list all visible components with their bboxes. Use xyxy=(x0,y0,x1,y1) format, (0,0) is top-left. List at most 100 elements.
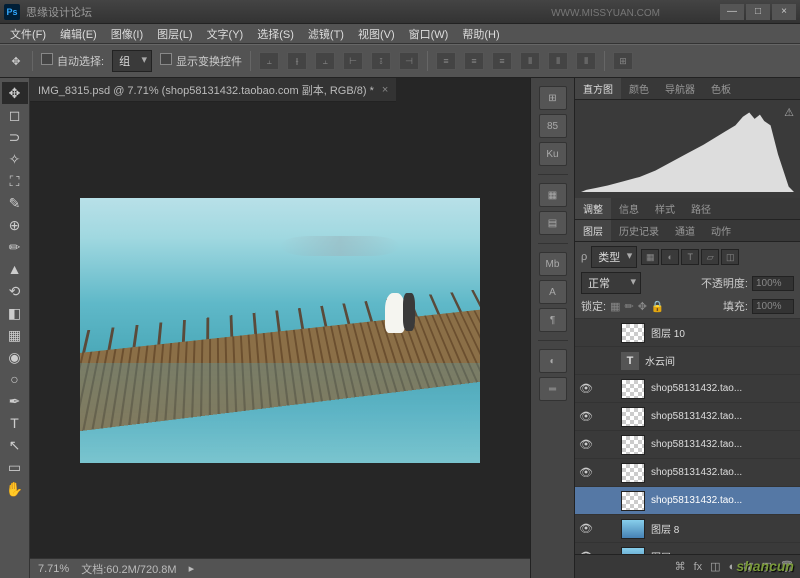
lock-all-icon[interactable]: 🔒 xyxy=(651,300,665,313)
dist-bottom-icon[interactable]: ≡ xyxy=(492,52,512,70)
menu-选择[interactable]: 选择(S) xyxy=(251,24,300,44)
gradient-tool[interactable]: ▦ xyxy=(2,324,28,346)
menu-视图[interactable]: 视图(V) xyxy=(352,24,401,44)
menu-编辑[interactable]: 编辑(E) xyxy=(54,24,103,44)
menu-文字[interactable]: 文字(Y) xyxy=(201,24,250,44)
tab-信息[interactable]: 信息 xyxy=(611,198,647,219)
visibility-icon[interactable] xyxy=(579,326,593,340)
filter-smart-icon[interactable]: ◫ xyxy=(721,249,739,265)
layer-row[interactable]: 👁shop58131432.tao... xyxy=(575,403,800,431)
dist-vcenter-icon[interactable]: ≡ xyxy=(464,52,484,70)
lock-trans-icon[interactable]: ▦ xyxy=(610,300,620,313)
blur-tool[interactable]: ◉ xyxy=(2,346,28,368)
filter-adjust-icon[interactable]: ◐ xyxy=(661,249,679,265)
tab-调整[interactable]: 调整 xyxy=(575,198,611,219)
move-tool[interactable]: ✥ xyxy=(2,82,28,104)
wand-tool[interactable]: ✧ xyxy=(2,148,28,170)
dock-icon-1[interactable]: 85 xyxy=(539,114,567,138)
hand-tool[interactable]: ✋ xyxy=(2,478,28,500)
dock-icon-8[interactable]: ◐ xyxy=(539,349,567,373)
canvas-viewport[interactable] xyxy=(30,102,530,558)
minimize-button[interactable]: — xyxy=(720,4,744,20)
dock-icon-0[interactable]: ⊞ xyxy=(539,86,567,110)
visibility-icon[interactable]: 👁 xyxy=(579,522,593,536)
link-layers-icon[interactable]: ⌘ xyxy=(675,560,686,573)
opacity-input[interactable] xyxy=(752,276,794,291)
menu-图层[interactable]: 图层(L) xyxy=(151,24,198,44)
adjustment-layer-icon[interactable]: ◐ xyxy=(729,561,736,573)
shape-tool[interactable]: ▭ xyxy=(2,456,28,478)
auto-select-checkbox[interactable]: 自动选择: xyxy=(41,53,104,69)
tab-历史记录[interactable]: 历史记录 xyxy=(611,220,667,241)
path-tool[interactable]: ↖ xyxy=(2,434,28,456)
blend-mode-select[interactable]: 正常 xyxy=(581,272,641,294)
tab-导航器[interactable]: 导航器 xyxy=(657,78,703,99)
dock-icon-7[interactable]: ¶ xyxy=(539,308,567,332)
layer-row[interactable]: 👁shop58131432.tao... xyxy=(575,459,800,487)
dock-icon-4[interactable]: ▤ xyxy=(539,211,567,235)
menu-滤镜[interactable]: 滤镜(T) xyxy=(302,24,350,44)
align-vcenter-icon[interactable]: ⫲ xyxy=(287,52,307,70)
crop-tool[interactable]: ⛶ xyxy=(2,170,28,192)
visibility-icon[interactable]: 👁 xyxy=(579,382,593,396)
tab-颜色[interactable]: 颜色 xyxy=(621,78,657,99)
lock-pos-icon[interactable]: ✥ xyxy=(638,300,647,313)
auto-select-dropdown[interactable]: 组 xyxy=(112,50,152,72)
lasso-tool[interactable]: ⊃ xyxy=(2,126,28,148)
dock-icon-2[interactable]: Ku xyxy=(539,142,567,166)
stamp-tool[interactable]: ▲ xyxy=(2,258,28,280)
layer-row[interactable]: shop58131432.tao... xyxy=(575,487,800,515)
show-transform-checkbox[interactable]: 显示变换控件 xyxy=(160,53,242,69)
visibility-icon[interactable]: 👁 xyxy=(579,410,593,424)
layer-row[interactable]: T水云间 xyxy=(575,347,800,375)
layer-fx-icon[interactable]: fx xyxy=(694,561,703,573)
brush-tool[interactable]: ✏ xyxy=(2,236,28,258)
visibility-icon[interactable]: 👁 xyxy=(579,466,593,480)
align-top-icon[interactable]: ⫠ xyxy=(259,52,279,70)
filter-pixel-icon[interactable]: ▦ xyxy=(641,249,659,265)
doc-size[interactable]: 文档:60.2M/720.8M xyxy=(81,561,176,577)
align-left-icon[interactable]: ⊢ xyxy=(343,52,363,70)
dist-hcenter-icon[interactable]: ⦀ xyxy=(548,52,568,70)
document-tab[interactable]: IMG_8315.psd @ 7.71% (shop58131432.taoba… xyxy=(30,78,396,102)
tab-色板[interactable]: 色板 xyxy=(703,78,739,99)
dist-left-icon[interactable]: ⦀ xyxy=(520,52,540,70)
layer-row[interactable]: 👁shop58131432.tao... xyxy=(575,431,800,459)
tab-直方图[interactable]: 直方图 xyxy=(575,78,621,99)
tab-样式[interactable]: 样式 xyxy=(647,198,683,219)
history-brush-tool[interactable]: ⟲ xyxy=(2,280,28,302)
visibility-icon[interactable] xyxy=(579,494,593,508)
menu-帮助[interactable]: 帮助(H) xyxy=(456,24,505,44)
dist-right-icon[interactable]: ⦀ xyxy=(576,52,596,70)
dock-icon-9[interactable]: ═ xyxy=(539,377,567,401)
close-button[interactable]: × xyxy=(772,4,796,20)
tab-路径[interactable]: 路径 xyxy=(683,198,719,219)
dock-icon-6[interactable]: A xyxy=(539,280,567,304)
filter-type-icon[interactable]: T xyxy=(681,249,699,265)
eyedropper-tool[interactable]: ✎ xyxy=(2,192,28,214)
close-tab-icon[interactable]: × xyxy=(382,84,388,96)
type-tool[interactable]: T xyxy=(2,412,28,434)
menu-窗口[interactable]: 窗口(W) xyxy=(403,24,455,44)
menu-图像[interactable]: 图像(I) xyxy=(105,24,149,44)
fill-input[interactable] xyxy=(752,299,794,314)
healing-tool[interactable]: ⊕ xyxy=(2,214,28,236)
auto-align-icon[interactable]: ⊞ xyxy=(613,52,633,70)
tab-图层[interactable]: 图层 xyxy=(575,220,611,241)
statusbar-arrow-icon[interactable]: ▸ xyxy=(189,562,195,575)
tab-动作[interactable]: 动作 xyxy=(703,220,739,241)
layer-mask-icon[interactable]: ◫ xyxy=(710,560,720,573)
filter-shape-icon[interactable]: ▱ xyxy=(701,249,719,265)
visibility-icon[interactable]: 👁 xyxy=(579,438,593,452)
align-bottom-icon[interactable]: ⫠ xyxy=(315,52,335,70)
layer-list[interactable]: 图层 10T水云间👁shop58131432.tao...👁shop581314… xyxy=(575,319,800,554)
filter-kind-select[interactable]: 类型 xyxy=(591,246,637,268)
layer-row[interactable]: 👁图层 8 xyxy=(575,515,800,543)
align-hcenter-icon[interactable]: ⫱ xyxy=(371,52,391,70)
dist-top-icon[interactable]: ≡ xyxy=(436,52,456,70)
dock-icon-3[interactable]: ▦ xyxy=(539,183,567,207)
layer-row[interactable]: 👁图层 7 xyxy=(575,543,800,554)
eraser-tool[interactable]: ◧ xyxy=(2,302,28,324)
maximize-button[interactable]: □ xyxy=(746,4,770,20)
layer-row[interactable]: 图层 10 xyxy=(575,319,800,347)
